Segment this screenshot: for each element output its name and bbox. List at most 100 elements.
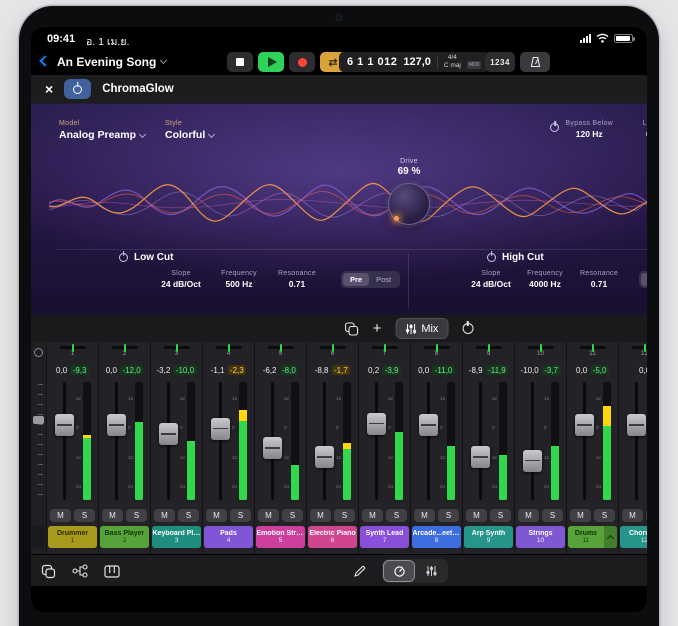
pan-control[interactable]: 6 bbox=[307, 342, 358, 362]
mute-button[interactable]: M bbox=[570, 509, 591, 522]
fader-handle[interactable] bbox=[159, 423, 178, 445]
back-button[interactable] bbox=[41, 57, 51, 67]
mute-button[interactable]: M bbox=[206, 509, 227, 522]
track-label[interactable]: Arcade...eet Pad8 bbox=[412, 526, 461, 548]
pan-control[interactable]: 1 bbox=[47, 342, 98, 362]
pan-control[interactable]: 2 bbox=[99, 342, 150, 362]
fader-handle[interactable] bbox=[575, 414, 594, 436]
faders-view-button[interactable] bbox=[416, 561, 446, 581]
pan-control[interactable]: 12 bbox=[619, 342, 647, 362]
mute-button[interactable]: M bbox=[362, 509, 383, 522]
pan-control[interactable]: 3 bbox=[151, 342, 202, 362]
slope-param[interactable]: Slope24 dB/Oct bbox=[469, 270, 513, 289]
fader-handle[interactable] bbox=[55, 414, 74, 436]
mute-button[interactable]: M bbox=[622, 509, 643, 522]
fader-handle[interactable] bbox=[627, 414, 646, 436]
lcd-display[interactable]: 6 1 1 012 127,0 4/4C maj MIDI bbox=[339, 52, 489, 72]
mute-button[interactable]: M bbox=[466, 509, 487, 522]
mute-button[interactable]: M bbox=[414, 509, 435, 522]
pencil-icon[interactable] bbox=[353, 565, 366, 578]
song-title-menu[interactable]: An Evening Song bbox=[57, 55, 166, 69]
solo-button[interactable]: S bbox=[646, 509, 647, 522]
signal-flow-icon[interactable] bbox=[72, 564, 88, 578]
track-label[interactable]: Emotion Strings5 bbox=[256, 526, 305, 548]
mixer-power-button[interactable] bbox=[462, 323, 473, 334]
mute-button[interactable]: M bbox=[310, 509, 331, 522]
expand-track-button[interactable] bbox=[604, 526, 617, 548]
pan-control[interactable]: 9 bbox=[463, 342, 514, 362]
style-selector[interactable]: Style Colorful bbox=[165, 120, 214, 141]
solo-button[interactable]: S bbox=[542, 509, 563, 522]
output-fader-handle[interactable] bbox=[33, 416, 44, 424]
solo-button[interactable]: S bbox=[178, 509, 199, 522]
drive-knob[interactable] bbox=[388, 183, 430, 225]
solo-button[interactable]: S bbox=[126, 509, 147, 522]
solo-button[interactable]: S bbox=[490, 509, 511, 522]
count-in-button[interactable]: 1234 bbox=[485, 52, 515, 72]
fader-handle[interactable] bbox=[107, 414, 126, 436]
pre-post-toggle[interactable]: PrePost bbox=[341, 271, 400, 288]
frequency-param[interactable]: Frequency4000 Hz bbox=[523, 270, 567, 289]
solo-button[interactable]: S bbox=[386, 509, 407, 522]
output-knob[interactable] bbox=[34, 348, 43, 357]
copy-icon[interactable] bbox=[345, 322, 359, 336]
fader-handle[interactable] bbox=[523, 450, 542, 472]
level-control[interactable]: Level 0.0 bbox=[643, 120, 647, 139]
track-label[interactable]: Bass Player2 bbox=[100, 526, 149, 548]
resonance-param[interactable]: Resonance0.71 bbox=[275, 270, 319, 289]
metronome-button[interactable] bbox=[520, 52, 550, 72]
mute-button[interactable]: M bbox=[102, 509, 123, 522]
track-label[interactable]: Synth Lead7 bbox=[360, 526, 409, 548]
strip-sets-icon[interactable] bbox=[41, 564, 56, 579]
fader-handle[interactable] bbox=[315, 446, 334, 468]
low-cut-power-icon[interactable] bbox=[119, 253, 128, 262]
track-label[interactable]: Chorus V12 bbox=[620, 526, 647, 548]
mute-button[interactable]: M bbox=[154, 509, 175, 522]
play-button[interactable] bbox=[258, 52, 284, 72]
track-label[interactable]: Arp Synth9 bbox=[464, 526, 513, 548]
fader-handle[interactable] bbox=[263, 437, 282, 459]
pan-control[interactable]: 11 bbox=[567, 342, 618, 362]
pan-control[interactable]: 8 bbox=[411, 342, 462, 362]
mute-button[interactable]: M bbox=[50, 509, 71, 522]
solo-button[interactable]: S bbox=[594, 509, 615, 522]
solo-button[interactable]: S bbox=[334, 509, 355, 522]
pan-control[interactable]: 10 bbox=[515, 342, 566, 362]
solo-button[interactable]: S bbox=[74, 509, 95, 522]
pan-control[interactable]: 5 bbox=[255, 342, 306, 362]
keyboard-icon[interactable] bbox=[104, 565, 120, 578]
high-cut-power-icon[interactable] bbox=[487, 253, 496, 262]
pre-post-toggle[interactable]: PrePost bbox=[639, 271, 647, 288]
track-label[interactable]: Keyboard Player3 bbox=[152, 526, 201, 548]
pan-control[interactable]: 7 bbox=[359, 342, 410, 362]
controls-view-button[interactable] bbox=[384, 561, 414, 581]
track-label[interactable]: Pads4 bbox=[204, 526, 253, 548]
track-label[interactable]: Strings10 bbox=[516, 526, 565, 548]
close-plugin-button[interactable]: × bbox=[45, 82, 53, 96]
resonance-param[interactable]: Resonance0.71 bbox=[577, 270, 621, 289]
fader-handle[interactable] bbox=[367, 413, 386, 435]
solo-button[interactable]: S bbox=[230, 509, 251, 522]
record-button[interactable] bbox=[289, 52, 315, 72]
bypass-below-control[interactable]: Bypass Below 120 Hz bbox=[550, 120, 613, 139]
fader-handle[interactable] bbox=[211, 418, 230, 440]
model-selector[interactable]: Model Analog Preamp bbox=[59, 120, 145, 141]
solo-button[interactable]: S bbox=[282, 509, 303, 522]
plugin-power-button[interactable] bbox=[64, 79, 91, 99]
drive-control[interactable]: Drive 69 % bbox=[383, 158, 435, 225]
fader-handle[interactable] bbox=[471, 446, 490, 468]
solo-button[interactable]: S bbox=[438, 509, 459, 522]
frequency-param[interactable]: Frequency500 Hz bbox=[217, 270, 261, 289]
fader-handle[interactable] bbox=[419, 414, 438, 436]
slope-param[interactable]: Slope24 dB/Oct bbox=[159, 270, 203, 289]
track-label[interactable]: Drummer1 bbox=[48, 526, 97, 548]
mix-view-button[interactable]: Mix bbox=[395, 318, 448, 339]
track-label[interactable]: Electric Piano6 bbox=[308, 526, 357, 548]
db-scale-label: 24 bbox=[544, 484, 549, 489]
mute-button[interactable]: M bbox=[258, 509, 279, 522]
mute-button[interactable]: M bbox=[518, 509, 539, 522]
pan-control[interactable]: 4 bbox=[203, 342, 254, 362]
track-label[interactable]: Drums11 bbox=[568, 526, 617, 548]
add-track-button[interactable]: + bbox=[373, 321, 382, 336]
stop-button[interactable] bbox=[227, 52, 253, 72]
